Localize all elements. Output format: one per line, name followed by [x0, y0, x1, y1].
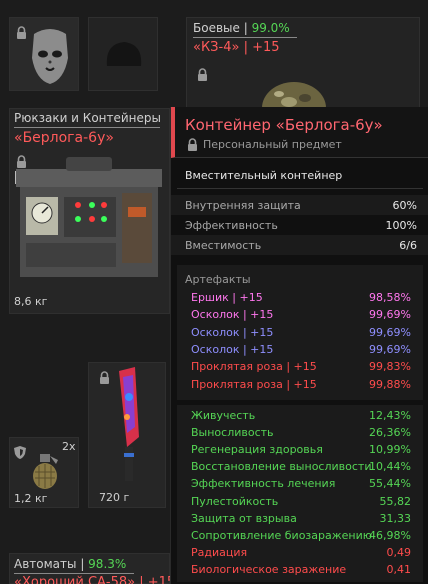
artifact-row: Осколок | +15 99,69%: [185, 343, 415, 359]
effect-row: Эффективность лечения 55,44%: [185, 477, 415, 493]
armor-name: «КЗ-4» | +15: [193, 40, 280, 55]
row-label: Защита от взрыва: [191, 511, 297, 525]
effect-row: Восстановление выносливости 10,44%: [185, 460, 415, 476]
row-value: 46,98%: [369, 528, 411, 542]
row-label: Эффективность лечения: [191, 477, 336, 491]
personal-item-label: Персональный предмет: [203, 138, 342, 151]
effect-row: Сопротивление биозаражению 46,98%: [185, 529, 415, 545]
lock-icon: [197, 68, 208, 81]
row-value: 99,69%: [369, 325, 411, 339]
row-label: Восстановление выносливости: [191, 460, 372, 474]
mask-item-icon: [32, 29, 68, 84]
effect-row: Биологическое заражение 0,41: [185, 563, 415, 579]
backpack-name: «Берлога-6у»: [14, 130, 114, 146]
lock-icon: [16, 26, 27, 39]
tooltip-title: Контейнер «Берлога-6у»: [185, 116, 383, 134]
row-value: 10,44%: [369, 460, 411, 474]
effect-row: Пулестойкость 55,82: [185, 495, 415, 511]
artifacts-header: Артефакты: [185, 273, 251, 286]
row-label: Регенерация здоровья: [191, 443, 323, 457]
row-label: Живучесть: [191, 409, 256, 422]
backpack-weight: 8,6 кг: [14, 295, 48, 308]
grenade-count: 2x: [62, 440, 76, 453]
melee-weight: 720 г: [99, 491, 130, 504]
row-value: 99,83%: [369, 360, 411, 374]
row-value: 55,82: [379, 494, 412, 508]
rifle-slot[interactable]: Автоматы | 98.3% «Хороший СА-58» | +15: [9, 553, 175, 584]
effect-row: Регенерация здоровья 10,99%: [185, 443, 415, 459]
helmet-slot[interactable]: [88, 17, 158, 91]
container-item-icon: [16, 157, 162, 277]
row-label: Ершик | +15: [191, 291, 263, 304]
row-value: 0,41: [386, 562, 412, 576]
machete-item-icon: [119, 367, 139, 481]
row-value: 31,33: [379, 511, 412, 525]
armor-slot[interactable]: Боевые | 99.0% «КЗ-4» | +15: [186, 17, 420, 108]
artifact-row: Ершик | +15 98,58%: [185, 291, 415, 307]
effects-section: Живучесть 12,43% Выносливость 26,36% Регенер…: [177, 405, 423, 582]
row-label: Пулестойкость: [191, 494, 279, 508]
lock-icon: [187, 138, 198, 151]
rifle-category: Автоматы | 98.3%: [14, 557, 127, 571]
row-value: 55,44%: [369, 477, 411, 491]
grenade-slot[interactable]: 2x 1,2 кг: [9, 437, 79, 508]
melee-slot[interactable]: 720 г: [88, 362, 166, 508]
effect-row: Радиация 0,49: [185, 546, 415, 562]
row-value: 99,69%: [369, 308, 411, 322]
artifacts-section: Артефакты Ершик | +15 98,58% Осколок | +15…: [177, 265, 423, 400]
row-label: Осколок | +15: [191, 308, 274, 322]
row-label: Биологическое заражение: [191, 562, 347, 576]
grenade-weight: 1,2 кг: [14, 492, 48, 505]
row-label: Выносливость: [191, 426, 274, 440]
lock-icon: [99, 371, 110, 384]
row-value: 98,58%: [369, 291, 411, 304]
row-label: Проклятая роза | +15: [191, 360, 317, 374]
row-label: Радиация: [191, 545, 248, 559]
backpack-slot[interactable]: Рюкзаки и Контейнеры «Берлога-6у» 8 8,6 …: [9, 108, 170, 314]
artifact-row: Осколок | +15 99,69%: [185, 326, 415, 342]
tooltip-header: Контейнер «Берлога-6у» Персональный пред…: [171, 107, 428, 158]
armor-category: Боевые | 99.0%: [193, 21, 290, 35]
effect-row: Выносливость 26,36%: [185, 426, 415, 442]
armor-durability: 99.0%: [251, 21, 290, 35]
row-value: 99,88%: [369, 377, 411, 391]
effect-row: Живучесть 12,43%: [185, 409, 415, 425]
artifact-row: Проклятая роза | +15 99,88%: [185, 378, 415, 394]
item-tooltip: Контейнер «Берлога-6у» Персональный пред…: [170, 107, 428, 584]
row-value: 10,99%: [369, 443, 411, 457]
shield-icon: [14, 446, 26, 459]
row-label: Сопротивление биозаражению: [191, 528, 373, 542]
row-value: 0,49: [386, 545, 412, 559]
effect-row: Защита от взрыва 31,33: [185, 512, 415, 528]
grenade-item-icon: [33, 454, 58, 489]
row-value: 12,43%: [369, 409, 411, 422]
stat-row: Вместимость 6/6: [171, 235, 428, 255]
row-label: Проклятая роза | +15: [191, 377, 317, 391]
rifle-name: «Хороший СА-58» | +15: [14, 575, 176, 584]
backpack-category: Рюкзаки и Контейнеры: [14, 111, 161, 125]
mask-slot[interactable]: [9, 17, 79, 91]
artifact-row: Осколок | +15 99,69%: [185, 308, 415, 324]
helmet-silhouette-icon: [106, 42, 142, 66]
stat-row: Внутренняя защита 60%: [171, 195, 428, 215]
row-label: Осколок | +15: [191, 325, 274, 339]
row-value: 26,36%: [369, 426, 411, 440]
item-type: Вместительный контейнер: [185, 169, 343, 182]
row-value: 99,69%: [369, 342, 411, 356]
row-label: Осколок | +15: [191, 342, 274, 356]
stat-row: Эффективность 100%: [185, 219, 417, 232]
artifact-row: Проклятая роза | +15 99,83%: [185, 360, 415, 376]
armor-item-icon: [262, 82, 326, 108]
rifle-durability: 98.3%: [88, 557, 127, 571]
